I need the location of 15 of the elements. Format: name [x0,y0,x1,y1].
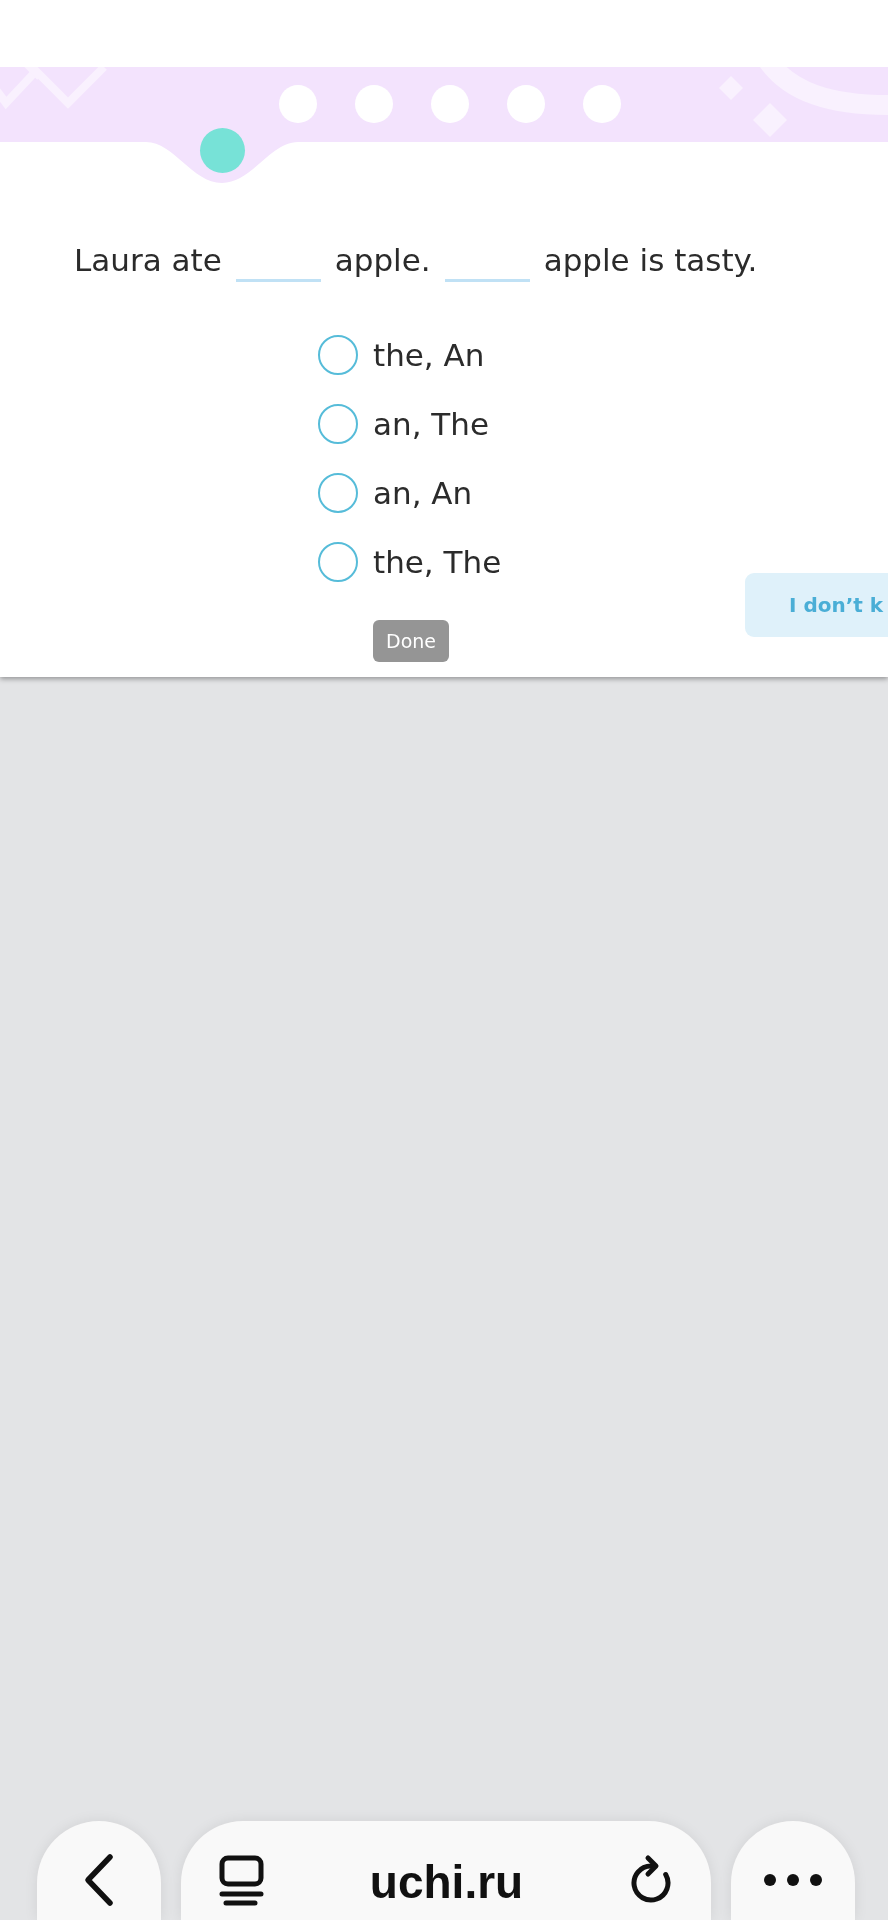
refresh-icon[interactable] [629,1852,673,1903]
reader-icon[interactable] [219,1855,264,1906]
answer-option[interactable]: an, The [318,401,489,447]
answer-option[interactable]: the, An [318,332,485,378]
address-bar[interactable]: uchi.ru [181,1821,711,1920]
ellipsis-icon [764,1874,822,1886]
answer-option[interactable]: the, The [318,539,502,585]
url-text: uchi.ru [369,1856,524,1908]
question-text: apple is tasty. [543,241,758,280]
more-button[interactable] [731,1821,855,1920]
question-text: apple. [334,241,431,280]
chevron-left-icon [83,1853,115,1907]
back-button[interactable] [37,1821,161,1920]
question-text: Laura ate [74,241,222,280]
answer-option[interactable]: an, An [318,470,473,516]
